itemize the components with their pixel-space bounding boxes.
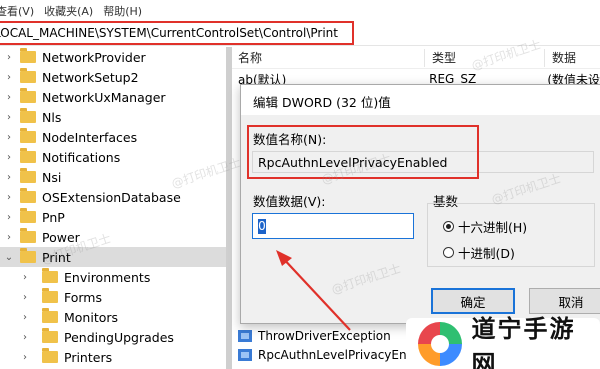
column-separator[interactable] — [544, 49, 545, 67]
menu-help[interactable]: 帮助(H) — [103, 3, 142, 19]
folder-icon — [42, 268, 58, 283]
chevron-right-icon[interactable]: › — [4, 92, 14, 103]
tree-item[interactable]: › Nls — [0, 107, 226, 127]
tree-item[interactable]: › NetworkSetup2 — [0, 67, 226, 87]
tree-item-child[interactable]: › Printers — [0, 347, 226, 367]
dialog-titlebar[interactable]: 编辑 DWORD (32 位)值 — [241, 85, 600, 115]
registry-tree: › NetworkProvider › NetworkSetup2 › Network… — [0, 47, 226, 369]
tree-item-label: PnP — [42, 209, 65, 225]
folder-icon — [20, 48, 36, 63]
chevron-right-icon[interactable]: › — [4, 52, 14, 63]
folder-icon — [20, 148, 36, 163]
column-data[interactable]: 数据 — [552, 49, 576, 66]
chevron-right-icon[interactable]: › — [4, 192, 14, 203]
column-separator[interactable] — [424, 49, 425, 67]
chevron-right-icon[interactable]: › — [4, 152, 14, 163]
chevron-right-icon[interactable]: › — [20, 272, 30, 283]
folder-icon — [42, 288, 58, 303]
binary-value-icon — [238, 349, 252, 361]
chevron-right-icon[interactable]: › — [4, 212, 14, 223]
tree-item-label: NetworkUxManager — [42, 89, 166, 105]
brand-logo-icon — [418, 321, 462, 366]
tree-item[interactable]: › PnP — [0, 207, 226, 227]
menu-view[interactable]: 查看(V) — [0, 3, 34, 19]
folder-icon — [20, 88, 36, 103]
tree-item-child[interactable]: › Monitors — [0, 307, 226, 327]
folder-icon — [20, 108, 36, 123]
binary-value-icon — [238, 330, 252, 342]
tree-item-label: Nsi — [42, 169, 62, 185]
tree-item-label: Notifications — [42, 149, 121, 165]
radio-dec-label: 十进制(D) — [458, 246, 515, 261]
folder-icon — [42, 328, 58, 343]
value-name: ThrowDriverException — [258, 329, 391, 343]
tree-item[interactable]: › Power — [0, 227, 226, 247]
brand-text: 道宁手游网 — [471, 314, 576, 369]
menu-favorites[interactable]: 收藏夹(A) — [44, 3, 93, 19]
value-data-input[interactable]: 0 — [252, 213, 414, 239]
tree-item[interactable]: › NetworkProvider — [0, 47, 226, 67]
radio-hex-label: 十六进制(H) — [458, 220, 528, 235]
folder-icon — [42, 308, 58, 323]
tree-item-label: Environments — [64, 269, 151, 285]
chevron-right-icon[interactable]: › — [20, 312, 30, 323]
folder-icon — [42, 348, 58, 363]
chevron-right-icon[interactable]: › — [4, 72, 14, 83]
folder-icon — [20, 168, 36, 183]
tree-item[interactable]: › NetworkUxManager — [0, 87, 226, 107]
column-name[interactable]: 名称 — [238, 49, 262, 66]
folder-icon — [20, 228, 36, 243]
tree-item-label: OSExtensionDatabase — [42, 189, 181, 205]
radio-selected-icon[interactable] — [443, 221, 454, 232]
tree-item-label: PendingUpgrades — [64, 329, 174, 345]
folder-icon — [20, 248, 36, 263]
chevron-down-icon[interactable]: ⌄ — [4, 252, 14, 263]
chevron-right-icon[interactable]: › — [20, 352, 30, 363]
value-data-text[interactable]: 0 — [258, 218, 266, 234]
tree-item-selected[interactable]: ⌄ Print — [0, 247, 226, 267]
folder-icon — [20, 68, 36, 83]
tree-item-label: Forms — [64, 289, 103, 305]
tree-item-label: Monitors — [64, 309, 119, 325]
tree-item[interactable]: › OSExtensionDatabase — [0, 187, 226, 207]
dialog-title: 编辑 DWORD (32 位)值 — [253, 95, 391, 110]
radio-hex[interactable]: 十六进制(H) — [443, 217, 527, 236]
tree-item-child[interactable]: › PendingUpgrades — [0, 327, 226, 347]
chevron-right-icon[interactable]: › — [4, 172, 14, 183]
chevron-right-icon[interactable]: › — [4, 112, 14, 123]
folder-icon — [20, 128, 36, 143]
column-header: 名称 类型 数据 — [232, 47, 600, 69]
tree-item-label: Nls — [42, 109, 62, 125]
address-highlight-box — [0, 21, 354, 45]
brand-badge: 道宁手游网 — [406, 315, 600, 369]
tree-item[interactable]: › Notifications — [0, 147, 226, 167]
tree-item-label: Printers — [64, 349, 113, 365]
radio-dec[interactable]: 十进制(D) — [443, 243, 515, 262]
radio-unselected-icon[interactable] — [443, 247, 454, 258]
chevron-right-icon[interactable]: › — [4, 232, 14, 243]
edit-dword-dialog: 编辑 DWORD (32 位)值 数值名称(N): RpcAuthnLevelP… — [240, 84, 600, 324]
tree-item-child[interactable]: › Forms — [0, 287, 226, 307]
folder-icon — [20, 188, 36, 203]
tree-item[interactable]: › NodeInterfaces — [0, 127, 226, 147]
folder-icon — [20, 208, 36, 223]
value-row[interactable]: ThrowDriverException — [238, 326, 391, 346]
tree-item-label: NetworkSetup2 — [42, 69, 139, 85]
tree-item-child[interactable]: › Environments — [0, 267, 226, 287]
menu-bar: 查看(V) 收藏夹(A) 帮助(H) — [0, 0, 600, 22]
tree-item-label: NetworkProvider — [42, 49, 146, 65]
column-type[interactable]: 类型 — [432, 49, 456, 66]
chevron-right-icon[interactable]: › — [20, 292, 30, 303]
tree-item-label: NodeInterfaces — [42, 129, 138, 145]
value-data-label: 数值数据(V): — [253, 194, 326, 209]
chevron-right-icon[interactable]: › — [20, 332, 30, 343]
chevron-right-icon[interactable]: › — [4, 132, 14, 143]
